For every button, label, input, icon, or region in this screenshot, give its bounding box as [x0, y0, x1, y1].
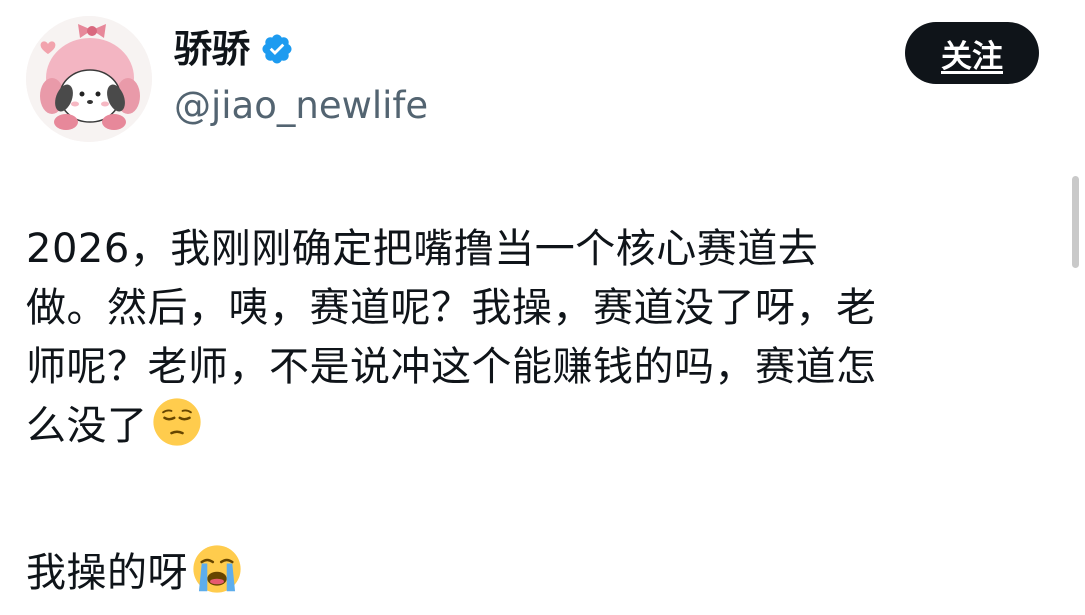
avatar[interactable]: [26, 16, 152, 142]
display-name[interactable]: 骄骄: [174, 24, 250, 74]
post-line: 么没了: [26, 403, 148, 449]
scrollbar[interactable]: [1072, 176, 1079, 268]
name-row: 骄骄: [174, 24, 294, 74]
loudly-crying-face-emoji-icon: [193, 545, 241, 593]
post-text: 2026，我刚刚确定把嘴撸当一个核心赛道去 做。然后，咦，赛道呢？我操，赛道没了…: [26, 220, 1051, 603]
avatar-illustration-icon: [26, 16, 152, 142]
verified-badge-icon: [262, 34, 292, 64]
post-last-line: 我操的呀: [26, 550, 188, 596]
follow-button[interactable]: 关注: [905, 22, 1039, 84]
post-line: 师呢？老师，不是说冲这个能赚钱的吗，赛道怎: [26, 344, 877, 390]
post-card: 骄骄 @jiao_newlife 关注 2026，我刚刚确定把嘴撸当一个核心赛道…: [0, 0, 1085, 615]
post-line-with-emoji: 我操的呀: [26, 544, 1051, 603]
post-line-with-emoji: 么没了: [26, 397, 1051, 456]
pensive-face-emoji-icon: [152, 398, 201, 446]
user-handle[interactable]: @jiao_newlife: [174, 82, 428, 130]
post-line: 做。然后，咦，赛道呢？我操，赛道没了呀，老: [26, 285, 877, 331]
post-line: 2026，我刚刚确定把嘴撸当一个核心赛道去: [26, 226, 819, 272]
